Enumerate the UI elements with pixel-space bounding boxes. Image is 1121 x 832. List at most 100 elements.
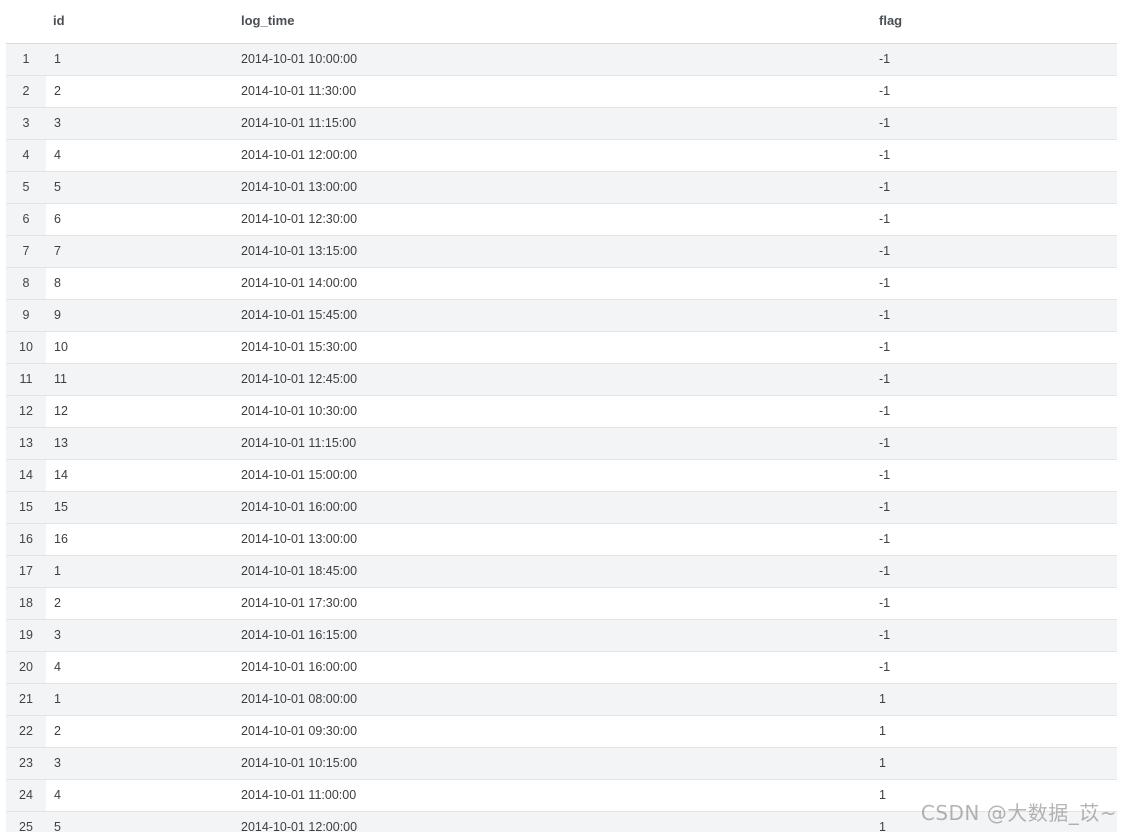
- table-row[interactable]: 8 8 2014-10-01 14:00:00 -1: [6, 268, 1117, 300]
- row-number: 6: [6, 204, 46, 235]
- cell-id: 4: [54, 788, 61, 802]
- table-row[interactable]: 7 7 2014-10-01 13:15:00 -1: [6, 236, 1117, 268]
- cell-id: 2: [54, 724, 61, 738]
- cell-log-time: 2014-10-01 12:00:00: [241, 820, 358, 832]
- table-row[interactable]: 11 11 2014-10-01 12:45:00 -1: [6, 364, 1117, 396]
- cell-log-time: 2014-10-01 13:00:00: [241, 532, 358, 546]
- cell-flag: -1: [879, 628, 891, 642]
- table-row[interactable]: 9 9 2014-10-01 15:45:00 -1: [6, 300, 1117, 332]
- table-row[interactable]: 12 12 2014-10-01 10:30:00 -1: [6, 396, 1117, 428]
- row-number: 22: [6, 716, 46, 747]
- row-number: 2: [6, 76, 46, 107]
- cell-id: 15: [54, 500, 68, 514]
- table-row[interactable]: 17 1 2014-10-01 18:45:00 -1: [6, 556, 1117, 588]
- cell-log-time: 2014-10-01 13:15:00: [241, 244, 358, 258]
- cell-id: 4: [54, 148, 61, 162]
- cell-log-time: 2014-10-01 12:30:00: [241, 212, 358, 226]
- results-page: id log_time flag 1 1 2014-10-01 10:00:00 -1…: [0, 0, 1121, 832]
- table-row[interactable]: 16 16 2014-10-01 13:00:00 -1: [6, 524, 1117, 556]
- row-number: 9: [6, 300, 46, 331]
- cell-flag: -1: [879, 372, 891, 386]
- cell-flag: 1: [879, 820, 886, 832]
- cell-id: 14: [54, 468, 68, 482]
- cell-id: 8: [54, 276, 61, 290]
- cell-log-time: 2014-10-01 11:15:00: [241, 116, 357, 130]
- table-row[interactable]: 22 2 2014-10-01 09:30:00 1: [6, 716, 1117, 748]
- row-number: 16: [6, 524, 46, 555]
- cell-id: 3: [54, 756, 61, 770]
- cell-flag: -1: [879, 308, 891, 322]
- cell-flag: -1: [879, 244, 891, 258]
- row-number: 18: [6, 588, 46, 619]
- cell-id: 7: [54, 244, 61, 258]
- cell-log-time: 2014-10-01 15:00:00: [241, 468, 358, 482]
- table-row[interactable]: 21 1 2014-10-01 08:00:00 1: [6, 684, 1117, 716]
- cell-log-time: 2014-10-01 10:15:00: [241, 756, 358, 770]
- row-number: 21: [6, 684, 46, 715]
- cell-log-time: 2014-10-01 09:30:00: [241, 724, 358, 738]
- cell-id: 3: [54, 628, 61, 642]
- cell-id: 9: [54, 308, 61, 322]
- column-header-id[interactable]: id: [53, 13, 65, 28]
- table-row[interactable]: 4 4 2014-10-01 12:00:00 -1: [6, 140, 1117, 172]
- row-number: 8: [6, 268, 46, 299]
- cell-id: 11: [54, 372, 67, 386]
- row-number: 12: [6, 396, 46, 427]
- table-row[interactable]: 10 10 2014-10-01 15:30:00 -1: [6, 332, 1117, 364]
- row-number: 17: [6, 556, 46, 587]
- cell-id: 3: [54, 116, 61, 130]
- table-row[interactable]: 1 1 2014-10-01 10:00:00 -1: [6, 44, 1117, 76]
- row-number: 4: [6, 140, 46, 171]
- table-row[interactable]: 15 15 2014-10-01 16:00:00 -1: [6, 492, 1117, 524]
- table-row[interactable]: 5 5 2014-10-01 13:00:00 -1: [6, 172, 1117, 204]
- cell-log-time: 2014-10-01 17:30:00: [241, 596, 358, 610]
- column-header-log-time[interactable]: log_time: [241, 13, 294, 28]
- cell-id: 5: [54, 180, 61, 194]
- row-number: 13: [6, 428, 46, 459]
- row-number: 19: [6, 620, 46, 651]
- cell-log-time: 2014-10-01 11:00:00: [241, 788, 357, 802]
- cell-log-time: 2014-10-01 16:15:00: [241, 628, 358, 642]
- cell-log-time: 2014-10-01 11:15:00: [241, 436, 357, 450]
- row-number: 11: [6, 364, 46, 395]
- table-row[interactable]: 3 3 2014-10-01 11:15:00 -1: [6, 108, 1117, 140]
- row-number: 3: [6, 108, 46, 139]
- row-number: 23: [6, 748, 46, 779]
- cell-flag: -1: [879, 532, 891, 546]
- cell-log-time: 2014-10-01 16:00:00: [241, 660, 358, 674]
- row-number: 1: [6, 44, 46, 75]
- watermark: CSDN @大数据_苡~: [920, 801, 1117, 825]
- cell-flag: 1: [879, 724, 886, 738]
- cell-flag: 1: [879, 756, 886, 770]
- row-number: 7: [6, 236, 46, 267]
- cell-id: 6: [54, 212, 61, 226]
- table-row[interactable]: 18 2 2014-10-01 17:30:00 -1: [6, 588, 1117, 620]
- table-row[interactable]: 19 3 2014-10-01 16:15:00 -1: [6, 620, 1117, 652]
- table-row[interactable]: 6 6 2014-10-01 12:30:00 -1: [6, 204, 1117, 236]
- row-number: 15: [6, 492, 46, 523]
- cell-id: 1: [54, 692, 61, 706]
- table-row[interactable]: 2 2 2014-10-01 11:30:00 -1: [6, 76, 1117, 108]
- cell-log-time: 2014-10-01 13:00:00: [241, 180, 358, 194]
- cell-flag: -1: [879, 660, 891, 674]
- cell-flag: -1: [879, 596, 891, 610]
- cell-id: 12: [54, 404, 68, 418]
- table-row[interactable]: 13 13 2014-10-01 11:15:00 -1: [6, 428, 1117, 460]
- cell-flag: -1: [879, 340, 891, 354]
- table-row[interactable]: 20 4 2014-10-01 16:00:00 -1: [6, 652, 1117, 684]
- cell-flag: -1: [879, 148, 891, 162]
- cell-log-time: 2014-10-01 16:00:00: [241, 500, 358, 514]
- column-header-flag[interactable]: flag: [879, 13, 902, 28]
- cell-flag: -1: [879, 436, 891, 450]
- table-row[interactable]: 23 3 2014-10-01 10:15:00 1: [6, 748, 1117, 780]
- table-row[interactable]: 14 14 2014-10-01 15:00:00 -1: [6, 460, 1117, 492]
- cell-id: 1: [54, 564, 61, 578]
- cell-log-time: 2014-10-01 10:00:00: [241, 52, 358, 66]
- cell-log-time: 2014-10-01 11:30:00: [241, 84, 357, 98]
- cell-id: 2: [54, 596, 61, 610]
- cell-id: 4: [54, 660, 61, 674]
- cell-log-time: 2014-10-01 18:45:00: [241, 564, 358, 578]
- cell-flag: -1: [879, 468, 891, 482]
- cell-log-time: 2014-10-01 12:00:00: [241, 148, 358, 162]
- cell-id: 16: [54, 532, 68, 546]
